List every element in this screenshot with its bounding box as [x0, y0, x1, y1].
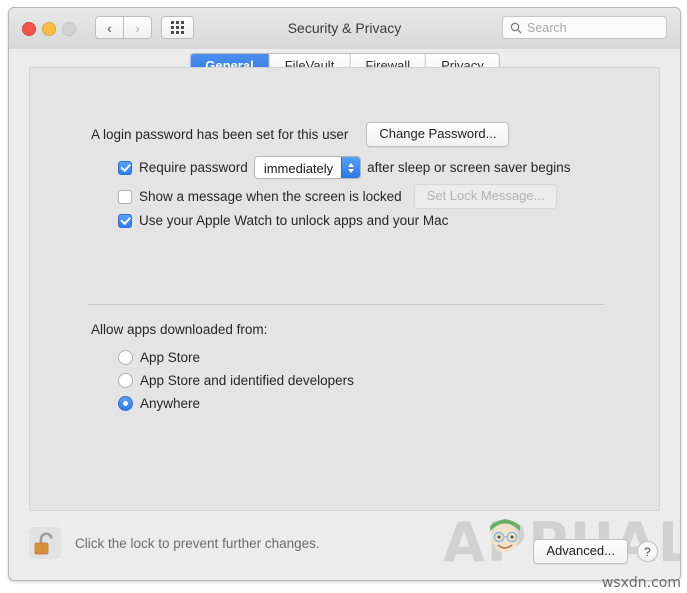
section-divider — [88, 304, 605, 305]
change-password-button[interactable]: Change Password... — [366, 122, 510, 147]
radio-option-anywhere[interactable]: Anywhere — [118, 392, 354, 415]
preferences-window: ‹ › Security & Privacy General FileVault… — [8, 7, 681, 581]
footer-buttons: Advanced... ? — [533, 539, 658, 564]
radio-anywhere-indicator[interactable] — [118, 396, 133, 411]
advanced-button[interactable]: Advanced... — [533, 539, 628, 564]
lock-note-text: Click the lock to prevent further change… — [75, 535, 320, 551]
login-password-status: A login password has been set for this u… — [91, 127, 349, 142]
radio-anywhere-label: Anywhere — [140, 396, 201, 411]
radio-identified-developers-indicator[interactable] — [118, 373, 133, 388]
chevron-updown-icon — [341, 157, 361, 178]
search-icon — [510, 22, 522, 33]
help-button[interactable]: ? — [637, 541, 658, 562]
apple-watch-label: Use your Apple Watch to unlock apps and … — [139, 213, 449, 228]
lock-message-checkbox[interactable] — [118, 189, 132, 204]
login-password-row: A login password has been set for this u… — [91, 122, 510, 147]
unlocked-padlock-icon[interactable] — [29, 527, 61, 559]
radio-option-identified-developers[interactable]: App Store and identified developers — [118, 369, 354, 392]
radio-identified-developers-label: App Store and identified developers — [140, 373, 354, 388]
search-input[interactable] — [527, 20, 647, 35]
allow-apps-title: Allow apps downloaded from: — [91, 322, 268, 337]
apple-watch-row: Use your Apple Watch to unlock apps and … — [118, 213, 448, 228]
site-credit-watermark: wsxdn.com — [601, 575, 681, 591]
require-password-row: Require password immediately after sleep… — [118, 156, 571, 179]
lock-area[interactable]: Click the lock to prevent further change… — [29, 527, 320, 559]
allow-apps-radio-group: App Store App Store and identified devel… — [118, 346, 354, 415]
require-password-checkbox[interactable] — [118, 160, 132, 175]
apple-watch-checkbox[interactable] — [118, 213, 132, 228]
require-password-delay-value: immediately — [263, 161, 334, 176]
window-titlebar: ‹ › Security & Privacy — [9, 8, 680, 50]
radio-app-store-label: App Store — [140, 350, 201, 365]
require-password-label: Require password — [139, 160, 248, 175]
radio-app-store-indicator[interactable] — [118, 350, 133, 365]
radio-option-app-store[interactable]: App Store — [118, 346, 354, 369]
appuals-mascot-icon — [490, 519, 520, 553]
set-lock-message-button[interactable]: Set Lock Message... — [413, 184, 558, 209]
require-password-delay-select[interactable]: immediately — [253, 156, 362, 179]
require-password-suffix: after sleep or screen saver begins — [367, 160, 571, 175]
search-field[interactable] — [502, 16, 667, 39]
lock-message-row: Show a message when the screen is locked… — [118, 184, 558, 209]
general-settings-panel: A login password has been set for this u… — [29, 67, 660, 511]
lock-message-label: Show a message when the screen is locked — [139, 189, 402, 204]
